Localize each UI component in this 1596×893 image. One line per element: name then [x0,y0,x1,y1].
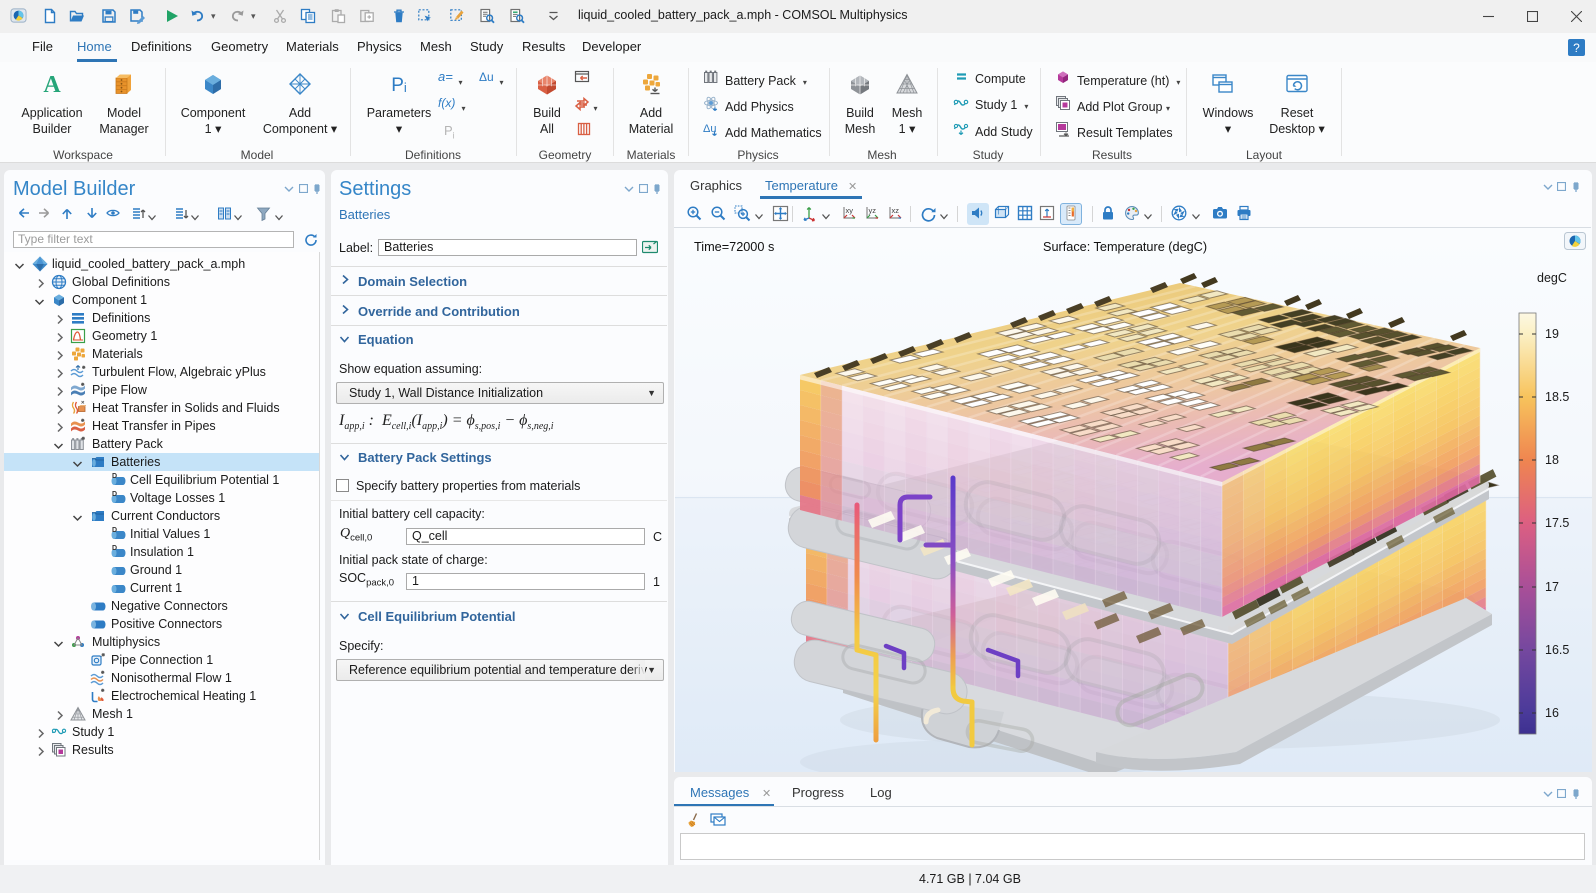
svg-text:D: D [112,545,117,552]
svg-text:17.5: 17.5 [1545,516,1569,530]
svg-text:16.5: 16.5 [1545,643,1569,657]
svg-text:D: D [112,473,117,480]
svg-text:yz: yz [869,206,877,215]
svg-text:D: D [112,491,117,498]
svg-text:17: 17 [1545,580,1559,594]
svg-text:Pi: Pi [391,75,407,96]
svg-text:Δu: Δu [479,70,494,84]
svg-text:A: A [43,72,61,96]
svg-text:degC: degC [1537,271,1567,285]
svg-text:18.5: 18.5 [1545,390,1569,404]
svg-text:f(x): f(x) [438,96,455,110]
svg-text:xz: xz [892,206,900,215]
svg-text:19: 19 [1545,327,1559,341]
svg-text:xy: xy [846,206,854,215]
svg-text:18: 18 [1545,453,1559,467]
svg-text:16: 16 [1545,706,1559,720]
svg-text:a=: a= [438,69,453,84]
svg-text:D: D [112,527,117,534]
svg-text:?: ? [1573,41,1580,55]
